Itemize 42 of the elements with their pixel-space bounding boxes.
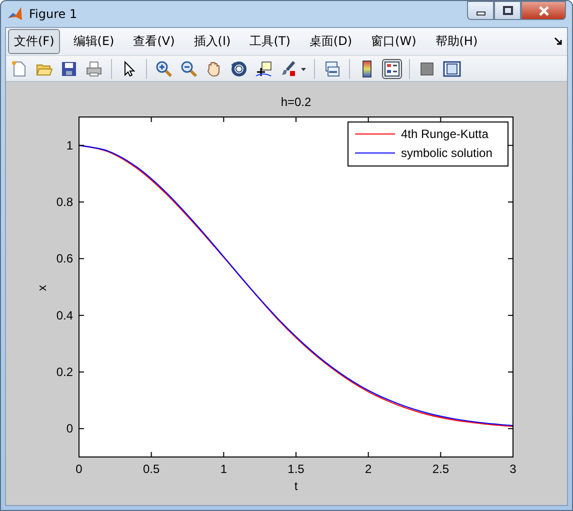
x-axis-label: t [294, 479, 298, 493]
x-tick-label: 2.5 [432, 462, 449, 476]
data-cursor-icon[interactable] [254, 58, 274, 78]
x-tick-label: 3 [510, 462, 516, 476]
close-button[interactable] [521, 1, 566, 20]
window-title: Figure 1 [29, 7, 78, 21]
menu-item[interactable]: 帮助(H) [429, 29, 484, 54]
dock-arrow-icon[interactable] [554, 37, 563, 46]
menu-item[interactable]: 查看(V) [127, 29, 181, 54]
zoom-out-icon[interactable] [179, 58, 199, 78]
maximize-icon [502, 6, 512, 16]
x-tick-label: 1.5 [288, 462, 304, 476]
menu-item[interactable]: 插入(I) [188, 29, 237, 54]
close-icon [538, 6, 550, 16]
print-icon[interactable] [84, 58, 104, 78]
y-tick-label: 0.6 [56, 252, 73, 266]
legend-label: symbolic solution [401, 146, 492, 160]
y-axis-label: x [35, 285, 49, 291]
zoom-in-icon[interactable] [154, 58, 174, 78]
menu-item[interactable]: 文件(F) [8, 29, 60, 54]
rotate-icon[interactable] [229, 58, 249, 78]
y-tick-label: 0 [66, 422, 73, 436]
minimize-button[interactable] [467, 1, 494, 20]
x-tick-label: 1 [220, 462, 227, 476]
app-icon [7, 6, 23, 22]
legend-icon[interactable] [382, 58, 402, 78]
legend-label: 4th Runge-Kutta [401, 127, 488, 141]
menu-item[interactable]: 窗口(W) [365, 29, 422, 54]
y-tick-label: 0.2 [56, 365, 73, 379]
menu-item[interactable]: 编辑(E) [67, 29, 120, 54]
x-tick-label: 0 [76, 462, 82, 476]
y-tick-label: 1 [66, 138, 73, 152]
x-tick-label: 0.5 [143, 462, 160, 476]
window-icon[interactable] [442, 58, 462, 78]
maximize-button[interactable] [494, 1, 521, 20]
x-tick-label: 2 [365, 462, 372, 476]
menu-item[interactable]: 工具(T) [244, 29, 296, 54]
y-tick-label: 0.4 [56, 308, 73, 322]
menu-item[interactable]: 桌面(D) [303, 29, 358, 54]
chart-title: h=0.2 [280, 95, 312, 109]
legend-line [354, 152, 396, 154]
y-tick-label: 0.8 [56, 195, 73, 209]
